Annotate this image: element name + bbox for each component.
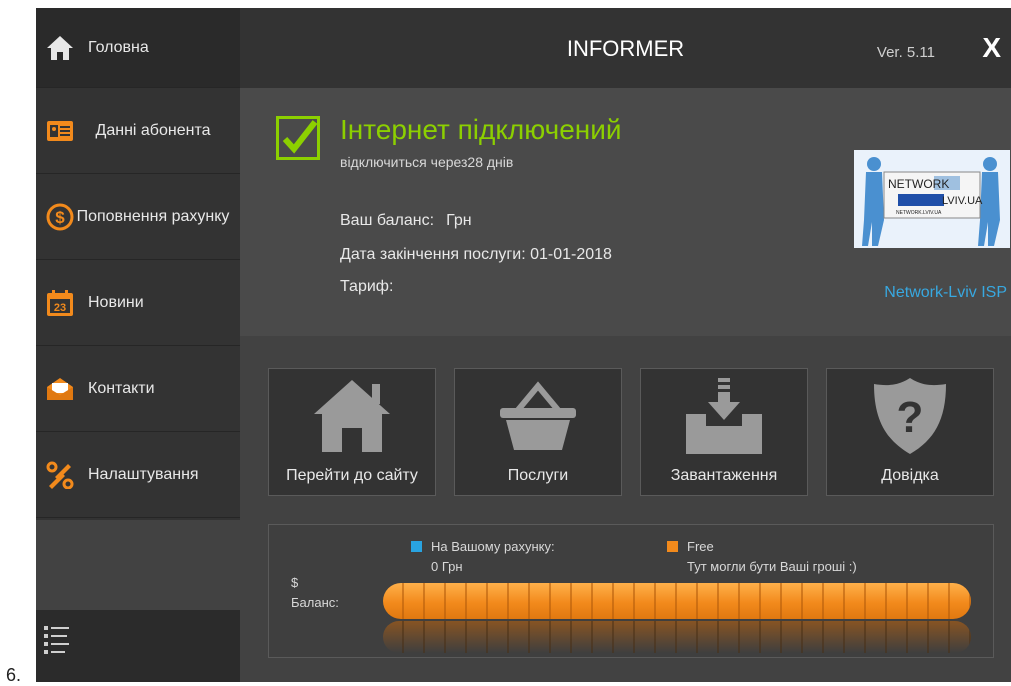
sidebar-item-label: Налаштування [88,465,199,483]
logo-text-url: NETWORK.LVIV.UA [896,210,942,216]
help-button[interactable]: ? Довідка [826,368,994,496]
sidebar-item-label: Головна [88,38,149,56]
logo-text-network: NETWORK [888,177,949,191]
connection-info-panel: Інтернет підключений відключиться через2… [240,88,1011,336]
calendar-icon: 23 [46,289,74,317]
tools-icon [46,461,74,489]
sidebar-item-label: Данні абонента [95,121,211,139]
informer-window: Головна Данні абонента $ Поповнення раху… [36,8,1011,682]
sidebar-item-label: Контакти [88,379,155,397]
id-card-icon [46,117,74,145]
go-to-site-button[interactable]: Перейти до сайту [268,368,436,496]
balance-label: Ваш баланс: [340,212,435,229]
connection-status-title: Інтернет підключений [340,114,622,145]
house-icon [269,375,435,457]
page-number: 6. [6,665,22,685]
sidebar-item-contacts[interactable]: Контакти [36,346,240,432]
sidebar-item-label: Поповнення рахунку [76,207,230,225]
tile-label: Завантаження [670,467,778,484]
sidebar-empty-area [36,520,240,610]
end-date-label: Дата закінчення послуги: [340,246,526,263]
balance-bar-segments [383,583,971,619]
envelope-icon [46,375,74,403]
action-tiles-area: Перейти до сайту Послуги Завантаження ? … [240,336,1011,682]
legend-label-free: Free [687,539,714,554]
sidebar-item-subscriber-data[interactable]: Данні абонента [36,88,240,174]
sidebar: Головна Данні абонента $ Поповнення раху… [36,8,240,682]
legend-value-account: 0 Грн [431,559,463,574]
home-icon [46,34,74,62]
downloads-button[interactable]: Завантаження [640,368,808,496]
sidebar-item-home[interactable]: Головна [36,8,240,88]
sidebar-item-news[interactable]: 23 Новини [36,260,240,346]
header: INFORMER Ver. 5.11 X [240,8,1011,88]
balance-value: Грн [446,212,472,229]
svg-text:$: $ [55,208,65,227]
checkmark-icon [276,116,320,160]
balance-currency: $ [291,575,299,590]
legend-swatch-free [667,541,678,552]
services-button[interactable]: Послуги [454,368,622,496]
balance-bar-reflection [383,621,971,653]
basket-icon [455,375,621,457]
end-date-value: 01-01-2018 [530,246,612,263]
tile-label: Послуги [507,467,569,484]
balance-progress-bar [383,583,971,619]
help-shield-icon: ? [827,375,993,457]
sidebar-footer [36,610,240,682]
logo-text-lviv: LVIV.UA [942,195,983,207]
tile-label: Довідка [881,467,939,484]
isp-name-link[interactable]: Network-Lviv ISP [884,284,1007,302]
isp-logo: NETWORK LVIV.UA NETWORK.LVIV.UA [854,150,1010,248]
sidebar-item-settings[interactable]: Налаштування [36,432,240,518]
svg-text:23: 23 [54,302,66,314]
legend-value-free: Тут могли бути Ваші гроші :) [687,559,857,574]
close-button[interactable]: X [982,32,1001,64]
tariff-label: Тариф: [340,278,394,295]
sidebar-item-label: Новини [88,293,144,311]
sidebar-item-top-up[interactable]: $ Поповнення рахунку [36,174,240,260]
balance-widget-label: Баланс: [291,595,339,610]
version-label: Ver. 5.11 [876,44,935,61]
tile-label: Перейти до сайту [286,467,418,484]
connection-status-subtitle: відключиться через28 днів [340,154,514,170]
tariff-line: Тариф: [340,278,405,296]
menu-list-icon[interactable] [44,624,74,659]
download-tray-icon [641,375,807,457]
dollar-circle-icon: $ [46,203,74,231]
balance-line: Ваш баланс: Грн [340,212,472,230]
legend-swatch-account [411,541,422,552]
balance-widget: $ Баланс: На Вашому рахунку: 0 Грн Free … [268,524,994,658]
end-date-line: Дата закінчення послуги: 01-01-2018 [340,246,612,264]
svg-text:?: ? [897,393,924,442]
legend-label-account: На Вашому рахунку: [431,539,555,554]
